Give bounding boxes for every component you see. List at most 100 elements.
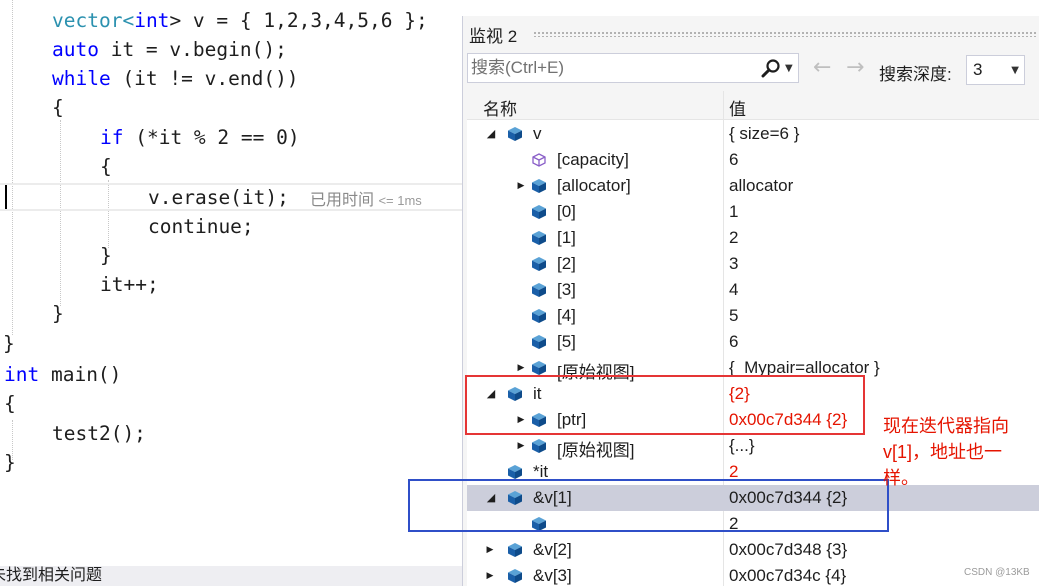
watch-item-value[interactable]: 0x00c7d34c {4} — [729, 566, 846, 586]
search-forward-icon[interactable]: → — [846, 56, 864, 80]
watch-row[interactable]: [1] 2 — [467, 225, 1039, 251]
watch-item-value[interactable]: 0x00c7d348 {3} — [729, 540, 847, 560]
blue-cube-icon — [531, 204, 547, 220]
watch-row[interactable]: ▶ [allocator] allocator — [467, 173, 1039, 199]
status-text: 未找到相关问题 — [0, 567, 103, 584]
code-line-2[interactable]: auto it = v.begin(); — [52, 35, 287, 64]
search-depth-select[interactable]: 3 ▼ — [966, 55, 1025, 85]
blue-cube-icon — [531, 308, 547, 324]
blue-cube-icon — [507, 464, 523, 480]
watch-item-value[interactable]: allocator — [729, 176, 793, 196]
watch-item-name[interactable]: [3] — [557, 280, 576, 300]
blue-cube-icon — [531, 230, 547, 246]
code-line-12[interactable]: } — [3, 329, 15, 358]
watch-row[interactable]: ▶ &v[3] 0x00c7d34c {4} — [467, 563, 1039, 586]
watch-item-name[interactable]: &v[2] — [533, 540, 572, 560]
watch-item-name[interactable]: [1] — [557, 228, 576, 248]
title-grip[interactable] — [533, 31, 1038, 37]
code-text: it = v.begin(); — [98, 38, 287, 61]
watch-row[interactable]: [2] 3 — [467, 251, 1039, 277]
watch-item-value[interactable]: 6 — [729, 332, 738, 352]
expand-icon[interactable]: ▶ — [484, 567, 496, 585]
code-line-13[interactable]: int main() — [4, 360, 121, 389]
expand-icon[interactable]: ▶ — [515, 437, 527, 455]
watch-item-value[interactable]: 2 — [729, 228, 738, 248]
watch-row[interactable]: [3] 4 — [467, 277, 1039, 303]
column-header-name[interactable]: 名称 — [483, 95, 517, 120]
watch-row[interactable]: [5] 6 — [467, 329, 1039, 355]
watch-item-value[interactable]: 1 — [729, 202, 738, 222]
perf-tip-label: 已用时间 — [310, 192, 379, 209]
watch-item-name[interactable]: &v[3] — [533, 566, 572, 586]
text-caret — [5, 185, 7, 209]
code-type: vector — [52, 9, 123, 32]
watch-item-name[interactable]: [2] — [557, 254, 576, 274]
code-line-16[interactable]: } — [4, 448, 16, 477]
blue-cube-icon — [507, 126, 523, 142]
code-keyword: if — [100, 126, 124, 149]
watch-item-value[interactable]: { size=6 } — [729, 124, 799, 144]
code-keyword: auto — [52, 38, 99, 61]
watch-row[interactable]: [capacity] 6 — [467, 147, 1039, 173]
code-line-7[interactable]: v.erase(it); — [148, 183, 289, 212]
watch-item-value[interactable]: 3 — [729, 254, 738, 274]
red-highlight-box — [465, 375, 865, 435]
watch-item-name[interactable]: v — [533, 124, 542, 144]
watch-item-value[interactable]: {...} — [729, 436, 755, 456]
grid-header: 名称 值 — [467, 91, 1039, 120]
blue-cube-icon — [531, 256, 547, 272]
code-line-5[interactable]: if (*it % 2 == 0) — [100, 123, 300, 152]
watch-item-name[interactable]: [原始视图] — [557, 436, 634, 461]
watch-item-name[interactable]: [4] — [557, 306, 576, 326]
code-line-15[interactable]: test2(); — [52, 419, 146, 448]
blue-cube-icon — [531, 282, 547, 298]
code-line-6[interactable]: { — [100, 152, 112, 181]
blue-cube-icon — [531, 360, 547, 376]
code-line-4[interactable]: { — [52, 93, 64, 122]
search-depth-value: 3 — [973, 60, 983, 79]
blue-cube-icon — [531, 438, 547, 454]
code-editor[interactable]: vector<int> v = { 1,2,3,4,5,6 }; auto it… — [0, 0, 462, 566]
watch-item-name[interactable]: [0] — [557, 202, 576, 222]
watch-row[interactable]: [0] 1 — [467, 199, 1039, 225]
indent-guide — [12, 0, 13, 335]
code-line-11[interactable]: } — [52, 299, 64, 328]
watch-row[interactable]: [4] 5 — [467, 303, 1039, 329]
search-dropdown-icon[interactable]: ▼ — [785, 58, 793, 80]
code-line-14[interactable]: { — [4, 389, 16, 418]
watch-item-name[interactable]: [capacity] — [557, 150, 629, 170]
watch-item-value[interactable]: 4 — [729, 280, 738, 300]
collapse-icon[interactable]: ◢ — [485, 125, 497, 143]
perf-tip[interactable]: 已用时间 <= 1ms — [310, 186, 422, 210]
code-line-10[interactable]: it++; — [100, 270, 159, 299]
watch-title[interactable]: 监视 2 — [469, 22, 517, 47]
expand-icon[interactable]: ▶ — [515, 177, 527, 195]
blue-highlight-box — [408, 479, 889, 532]
code-line-3[interactable]: while (it != v.end()) — [52, 64, 299, 93]
search-icon[interactable] — [760, 58, 782, 80]
status-bar: 未找到相关问题 — [0, 566, 462, 586]
search-back-icon[interactable]: ← — [813, 56, 831, 80]
watch-row[interactable]: ▶ &v[2] 0x00c7d348 {3} — [467, 537, 1039, 563]
expand-icon[interactable]: ▶ — [484, 541, 496, 559]
purple-cube-outline-icon — [531, 152, 547, 168]
watch-row[interactable]: ◢ v { size=6 } — [467, 121, 1039, 147]
watch-item-value[interactable]: 6 — [729, 150, 738, 170]
blue-cube-icon — [531, 178, 547, 194]
indent-guide — [60, 120, 61, 306]
watch-item-value[interactable]: 5 — [729, 306, 738, 326]
watch-item-name[interactable]: [allocator] — [557, 176, 631, 196]
code-punct: < — [122, 9, 135, 32]
annotation-text: 现在迭代器指向v[1]，地址也一样。 — [883, 416, 1009, 488]
search-depth-label: 搜索深度: — [879, 65, 952, 84]
search-input[interactable] — [471, 56, 751, 80]
code-text: > v = { 1,2,3,4,5,6 }; — [169, 9, 428, 32]
search-box: ▼ — [467, 53, 799, 83]
watch-item-name[interactable]: [5] — [557, 332, 576, 352]
code-line-8[interactable]: continue; — [148, 212, 254, 241]
blue-cube-icon — [507, 542, 523, 558]
column-header-value[interactable]: 值 — [729, 95, 746, 120]
code-keyword: while — [52, 67, 111, 90]
code-line-9[interactable]: } — [100, 241, 112, 270]
code-line-1[interactable]: vector<int> v = { 1,2,3,4,5,6 }; — [52, 6, 428, 35]
